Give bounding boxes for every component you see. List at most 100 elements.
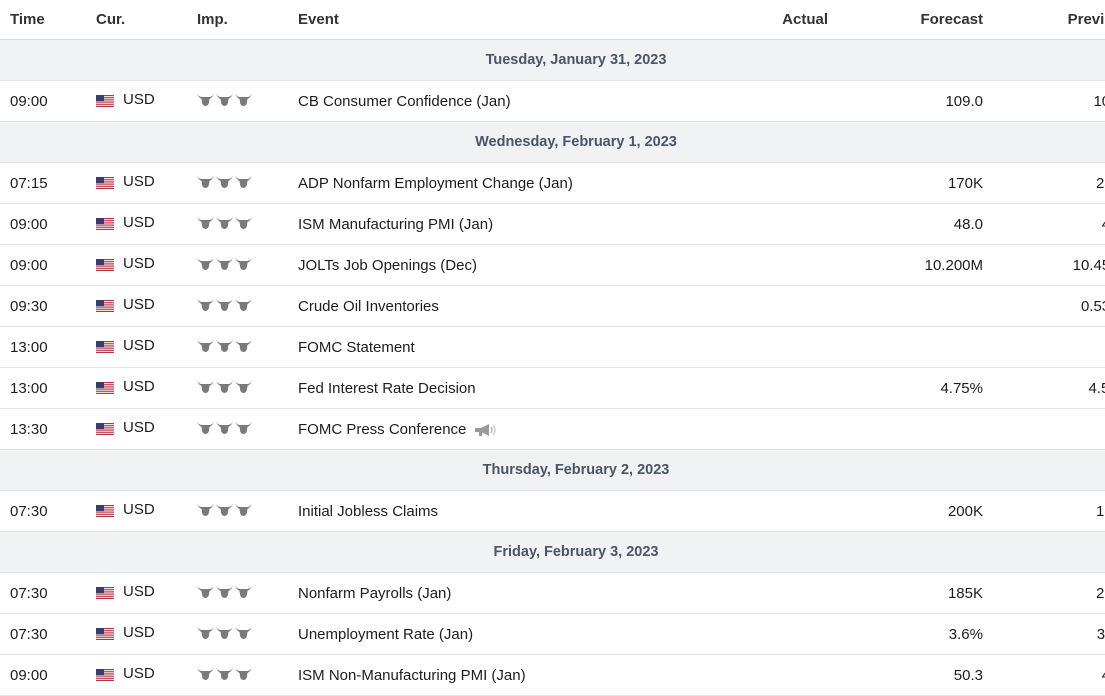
event-name-link[interactable]: Initial Jobless Claims xyxy=(298,503,438,520)
bull-icon xyxy=(216,174,233,188)
event-previous xyxy=(983,408,1105,450)
event-name-link[interactable]: Unemployment Rate (Jan) xyxy=(298,626,473,643)
event-actual xyxy=(728,572,828,614)
event-name-link[interactable]: FOMC Statement xyxy=(298,339,415,356)
event-previous: 10.458M xyxy=(983,244,1105,286)
event-actual xyxy=(728,203,828,245)
event-name-cell[interactable]: Unemployment Rate (Jan) xyxy=(296,613,728,655)
event-time: 07:15 xyxy=(0,162,94,204)
date-group-row: Thursday, February 2, 2023 xyxy=(0,449,1105,491)
event-name-cell[interactable]: ISM Manufacturing PMI (Jan) xyxy=(296,203,728,245)
event-actual xyxy=(728,408,828,450)
event-actual xyxy=(728,367,828,409)
event-row[interactable]: 09:00 USD CB Consumer Confidence (Jan) 109.… xyxy=(0,80,1105,122)
event-actual xyxy=(728,244,828,286)
economic-calendar-table: Time Cur. Imp. Event Actual Forecast Pre… xyxy=(0,0,1105,696)
currency-code: USD xyxy=(123,583,155,601)
event-name-link[interactable]: Nonfarm Payrolls (Jan) xyxy=(298,585,451,602)
event-name-link[interactable]: ISM Non-Manufacturing PMI (Jan) xyxy=(298,667,526,684)
header-actual[interactable]: Actual xyxy=(728,0,828,40)
bull-icon xyxy=(216,666,233,680)
currency-code: USD xyxy=(123,337,155,355)
event-previous: 223K xyxy=(983,572,1105,614)
event-importance xyxy=(195,162,296,204)
event-name-cell[interactable]: Initial Jobless Claims xyxy=(296,490,728,532)
event-forecast: 200K xyxy=(828,490,983,532)
event-forecast: 10.200M xyxy=(828,244,983,286)
table-header-row: Time Cur. Imp. Event Actual Forecast Pre… xyxy=(0,0,1105,40)
event-forecast: 109.0 xyxy=(828,80,983,122)
event-name-link[interactable]: ISM Manufacturing PMI (Jan) xyxy=(298,216,493,233)
event-name-link[interactable]: JOLTs Job Openings (Dec) xyxy=(298,257,477,274)
bull-icon xyxy=(197,256,214,270)
event-name-cell[interactable]: CB Consumer Confidence (Jan) xyxy=(296,80,728,122)
header-importance[interactable]: Imp. xyxy=(195,0,296,40)
event-row[interactable]: 13:30 USD FOMC Press Conference xyxy=(0,408,1105,450)
bull-icon xyxy=(216,297,233,311)
date-label: Tuesday, January 31, 2023 xyxy=(0,39,1105,81)
bull-icon xyxy=(216,338,233,352)
event-row[interactable]: 07:30 USD Unemployment Rate (Jan) 3.6%3.5% xyxy=(0,613,1105,655)
bull-icon xyxy=(235,379,252,393)
event-row[interactable]: 07:30 USD Initial Jobless Claims 200K186K xyxy=(0,490,1105,532)
currency-code: USD xyxy=(123,419,155,437)
event-importance xyxy=(195,244,296,286)
event-row[interactable]: 09:00 USD JOLTs Job Openings (Dec) 10.200M 1… xyxy=(0,244,1105,286)
us-flag-icon xyxy=(96,668,114,681)
event-name-link[interactable]: ADP Nonfarm Employment Change (Jan) xyxy=(298,175,573,192)
bull-icon xyxy=(235,256,252,270)
event-row[interactable]: 13:00 USD FOMC Statement xyxy=(0,326,1105,368)
event-name-cell[interactable]: ISM Non-Manufacturing PMI (Jan) xyxy=(296,654,728,696)
event-importance xyxy=(195,490,296,532)
event-name-cell[interactable]: Fed Interest Rate Decision xyxy=(296,367,728,409)
event-row[interactable]: 09:30 USD Crude Oil Inventories 0.533M xyxy=(0,285,1105,327)
currency-code: USD xyxy=(123,665,155,683)
event-name-cell[interactable]: FOMC Statement xyxy=(296,326,728,368)
bull-icon xyxy=(197,297,214,311)
header-currency[interactable]: Cur. xyxy=(94,0,195,40)
us-flag-icon xyxy=(96,340,114,353)
date-label: Friday, February 3, 2023 xyxy=(0,531,1105,573)
header-event[interactable]: Event xyxy=(296,0,728,40)
bull-icon xyxy=(216,584,233,598)
us-flag-icon xyxy=(96,176,114,189)
event-row[interactable]: 13:00 USD Fed Interest Rate Decision 4.75% 4… xyxy=(0,367,1105,409)
date-label: Wednesday, February 1, 2023 xyxy=(0,121,1105,163)
event-name-cell[interactable]: ADP Nonfarm Employment Change (Jan) xyxy=(296,162,728,204)
event-row[interactable]: 07:15 USD ADP Nonfarm Employment Change (J… xyxy=(0,162,1105,204)
event-name-link[interactable]: Fed Interest Rate Decision xyxy=(298,380,476,397)
date-group-row: Tuesday, January 31, 2023 xyxy=(0,39,1105,81)
event-name-link[interactable]: FOMC Press Conference xyxy=(298,421,466,438)
event-time: 09:00 xyxy=(0,80,94,122)
event-row[interactable]: 07:30 USD Nonfarm Payrolls (Jan) 185K223K xyxy=(0,572,1105,614)
event-name-link[interactable]: CB Consumer Confidence (Jan) xyxy=(298,93,511,110)
currency-code: USD xyxy=(123,624,155,642)
event-currency: USD xyxy=(94,490,195,532)
event-row[interactable]: 09:00 USD ISM Non-Manufacturing PMI (Jan) 5… xyxy=(0,654,1105,696)
header-forecast[interactable]: Forecast xyxy=(828,0,983,40)
event-name-cell[interactable]: FOMC Press Conference xyxy=(296,408,728,450)
bull-icon xyxy=(235,92,252,106)
event-actual xyxy=(728,285,828,327)
header-previous[interactable]: Previous xyxy=(983,0,1105,40)
us-flag-icon xyxy=(96,586,114,599)
us-flag-icon xyxy=(96,381,114,394)
currency-code: USD xyxy=(123,501,155,519)
currency-code: USD xyxy=(123,378,155,396)
event-time: 09:00 xyxy=(0,244,94,286)
event-time: 09:00 xyxy=(0,203,94,245)
event-time: 09:30 xyxy=(0,285,94,327)
event-previous: 235K xyxy=(983,162,1105,204)
event-currency: USD xyxy=(94,572,195,614)
event-name-link[interactable]: Crude Oil Inventories xyxy=(298,298,439,315)
event-importance xyxy=(195,572,296,614)
event-actual xyxy=(728,162,828,204)
header-time[interactable]: Time xyxy=(0,0,94,40)
event-name-cell[interactable]: Crude Oil Inventories xyxy=(296,285,728,327)
event-currency: USD xyxy=(94,244,195,286)
event-currency: USD xyxy=(94,654,195,696)
event-name-cell[interactable]: Nonfarm Payrolls (Jan) xyxy=(296,572,728,614)
currency-code: USD xyxy=(123,214,155,232)
event-row[interactable]: 09:00 USD ISM Manufacturing PMI (Jan) 48.04… xyxy=(0,203,1105,245)
event-name-cell[interactable]: JOLTs Job Openings (Dec) xyxy=(296,244,728,286)
